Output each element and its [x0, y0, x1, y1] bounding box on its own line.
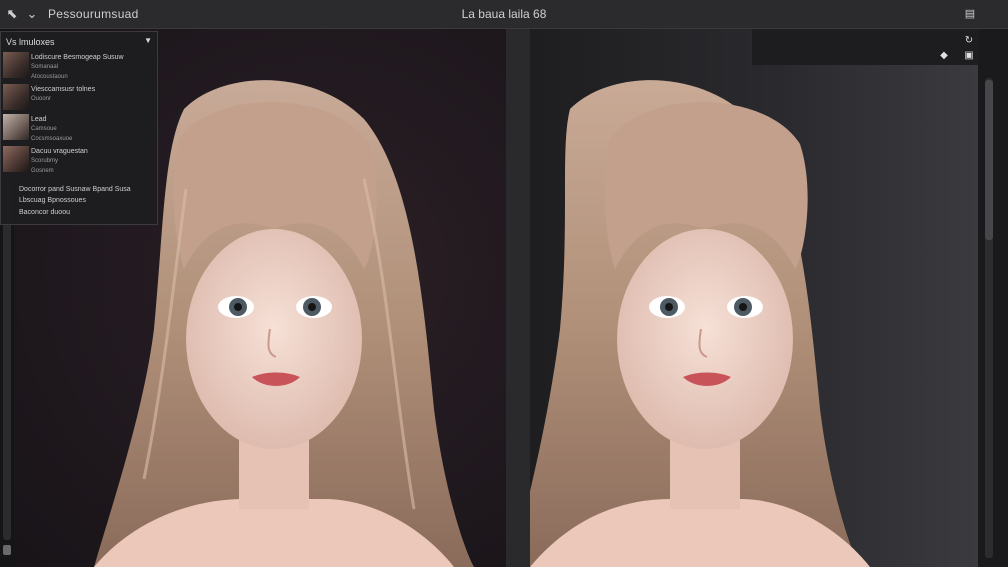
item-title: Lead [31, 116, 47, 123]
item-title: Viesccamsusr tolnes [31, 86, 96, 93]
thumbnail [3, 84, 29, 110]
layers-dropdown[interactable]: Vs lmuloxes ▼ Lodiscure Besmogeap Susuw … [0, 31, 158, 225]
chevron-down-icon[interactable]: ▼ [144, 36, 152, 45]
back-arrow-icon[interactable]: ⬉ [4, 6, 20, 22]
item-detail: Atocoustaoun [31, 74, 68, 80]
right-strip [978, 29, 1008, 567]
item-title: Dacuu vraguestan [31, 148, 88, 155]
thumbnail [3, 146, 29, 172]
redo-icon[interactable]: ↻ [962, 34, 976, 48]
left-scrollbar[interactable] [3, 180, 11, 540]
right-scroll-thumb[interactable] [985, 80, 993, 240]
item-detail: Cocsmsoaxuoe [31, 136, 73, 142]
list-item[interactable]: Lodiscure Besmogeap Susuw Somanaal Atoco… [3, 50, 155, 80]
window-icon[interactable]: ▤ [962, 6, 978, 22]
dropdown-header: Vs lmuloxes [6, 37, 55, 47]
dropdown-footer-line[interactable]: Lbscuag Bpnossoues [19, 197, 86, 204]
left-scroll-button[interactable] [3, 545, 11, 555]
list-item[interactable]: Viesccamsusr tolnes Ouoonr [3, 82, 155, 110]
thumbnail [3, 52, 29, 78]
list-item[interactable]: Dacuu vraguestan Scorubmy Gosnem [3, 144, 155, 174]
list-item[interactable]: Lead Camsoue Cocsmsoaxuoe [3, 112, 155, 142]
item-subtitle: Camsoue [31, 126, 57, 132]
app-title: Pessourumsuad [48, 7, 139, 21]
dropdown-footer-line[interactable]: Docorror pand Susnaw Bpand Susa [19, 186, 131, 193]
item-subtitle: Scorubmy [31, 158, 59, 164]
split-gutter[interactable] [506, 29, 530, 567]
chevron-down-icon[interactable]: ⌄ [24, 6, 40, 22]
document-title: La baua laila 68 [461, 7, 547, 21]
dropdown-footer-line[interactable]: Baconcor duoou [19, 209, 70, 216]
item-detail: Gosnem [31, 168, 54, 174]
diamond-icon[interactable]: ◆ [937, 49, 951, 63]
item-subtitle: Ouoonr [31, 96, 52, 102]
copy-icon[interactable]: ▣ [962, 49, 976, 63]
portrait-right [530, 80, 870, 567]
image-panel-right[interactable] [530, 29, 978, 567]
thumbnail [3, 114, 29, 140]
item-title: Lodiscure Besmogeap Susuw [31, 54, 124, 61]
toolbar: ⬉ ⌄ Pessourumsuad La baua laila 68 ▤ [0, 0, 1008, 29]
item-subtitle: Somanaal [31, 64, 59, 70]
